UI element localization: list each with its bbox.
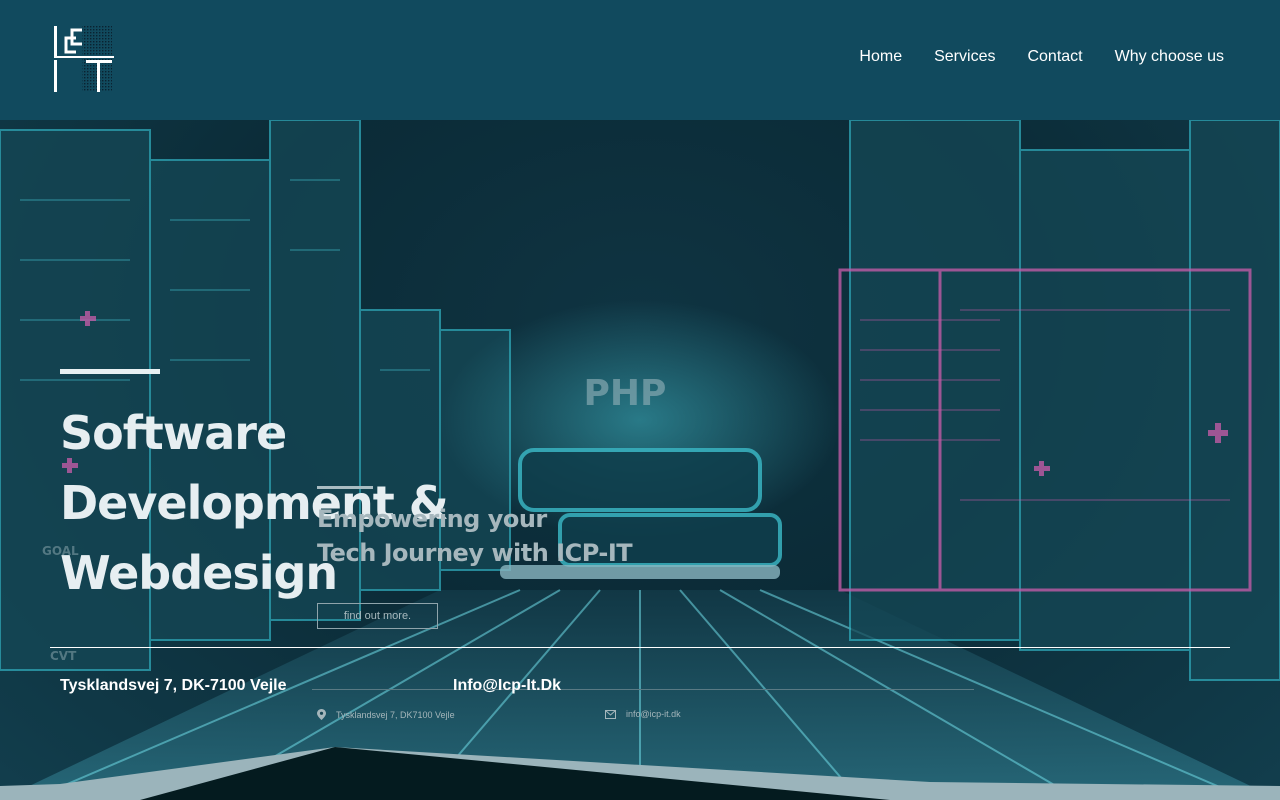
envelope-icon <box>605 709 616 719</box>
inner-divider <box>312 689 974 690</box>
inner-accent-bar <box>317 486 373 489</box>
cvt-bg-text: CVT <box>50 649 77 663</box>
inner-title: Empowering your Tech Journey with ICP-IT <box>317 502 637 570</box>
address-text: Tysklandsvej 7, DK-7100 Vejle <box>60 677 287 694</box>
logo[interactable] <box>54 26 114 94</box>
title-accent-bar <box>60 369 160 374</box>
inner-title-line-2: Tech Journey with ICP-IT <box>317 539 633 567</box>
divider <box>50 647 1230 648</box>
find-out-more-button[interactable]: find out more. <box>317 603 438 629</box>
small-email-row: info@icp-it.dk <box>605 709 681 719</box>
small-address-text: Tysklandsvej 7, DK7100 Vejle <box>336 709 455 720</box>
small-email-text[interactable]: info@icp-it.dk <box>626 709 681 719</box>
main-nav: Home Services Contact Why choose us <box>859 48 1224 66</box>
inner-title-line-1: Empowering your <box>317 505 547 533</box>
nav-contact[interactable]: Contact <box>1027 48 1082 66</box>
small-address-row: Tysklandsvej 7, DK7100 Vejle <box>317 709 455 720</box>
logo-icon <box>54 26 114 92</box>
nav-services[interactable]: Services <box>934 48 995 66</box>
site-header: Home Services Contact Why choose us <box>0 0 1280 120</box>
map-pin-icon <box>317 709 326 720</box>
nav-why-choose-us[interactable]: Why choose us <box>1115 48 1224 66</box>
nav-home[interactable]: Home <box>859 48 902 66</box>
email-link[interactable]: Info@Icp-It.Dk <box>453 677 561 695</box>
bottom-divider-shape <box>0 747 1280 800</box>
